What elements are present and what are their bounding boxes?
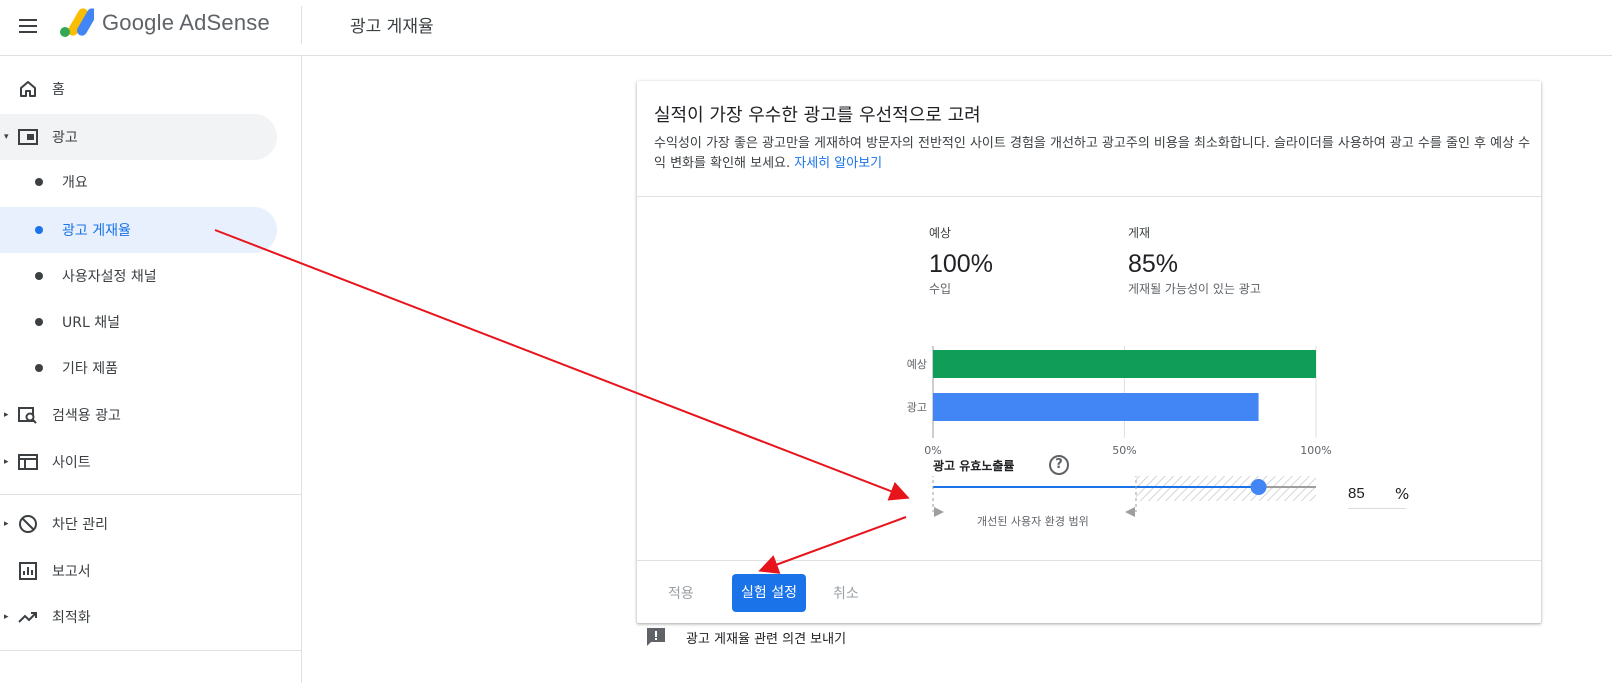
home-icon <box>20 81 36 97</box>
sidebar-item-custom-channels[interactable]: 사용자설정 채널 <box>0 253 277 299</box>
bullet-icon <box>35 226 43 234</box>
sidebar-item-label: 사용자설정 채널 <box>62 269 157 285</box>
bar-0 <box>933 350 1316 378</box>
brand-name: Google AdSense <box>102 10 270 35</box>
served-ads-stat: 게재 85% 게재될 가능성이 있는 광고 <box>1128 224 1261 297</box>
sidebar-item-blocking[interactable]: ▸ 차단 관리 <box>0 501 277 547</box>
sidebar-item-sites[interactable]: ▸ 사이트 <box>0 439 277 485</box>
description-text: 수익성이 가장 좋은 광고만을 게재하여 방문자의 전반적인 사이트 경험을 개… <box>654 136 1531 171</box>
bullet-icon <box>35 318 43 326</box>
experiment-button[interactable]: 실험 설정 <box>732 574 806 612</box>
category-label: 예상 <box>907 358 927 371</box>
stat-label: 예상 <box>929 226 952 240</box>
degraded-range-hatch <box>1135 476 1316 501</box>
sidebar-item-reports[interactable]: 보고서 <box>0 548 277 594</box>
sites-icon <box>18 454 38 470</box>
sidebar-item-label: 보고서 <box>52 564 91 580</box>
range-start-arrow-icon <box>934 507 944 517</box>
estimated-earnings-stat: 예상 100% 수입 <box>929 224 993 297</box>
card-divider <box>637 196 1541 197</box>
x-tick-label: 100% <box>1300 444 1331 456</box>
menu-icon[interactable] <box>16 14 40 38</box>
caret-down-icon: ▾ <box>4 132 9 142</box>
card-description: 수익성이 가장 좋은 광고만을 게재하여 방문자의 전반적인 사이트 경험을 개… <box>654 134 1534 174</box>
topbar-divider <box>301 6 302 44</box>
cancel-button[interactable]: 취소 <box>833 576 859 612</box>
sidebar-item-overview[interactable]: 개요 <box>0 159 277 205</box>
x-tick-label: 0% <box>924 444 941 456</box>
sidebar-item-label: URL 채널 <box>62 315 120 331</box>
sidebar-item-other-products[interactable]: 기타 제품 <box>0 345 277 391</box>
stat-value: 85% <box>1128 250 1179 278</box>
stat-value: 100% <box>929 250 993 278</box>
bullet-icon <box>35 178 43 186</box>
caret-right-icon: ▸ <box>4 410 9 420</box>
range-end-arrow-icon <box>1124 507 1135 517</box>
trending-up-icon <box>18 612 37 623</box>
ads-icon <box>18 129 38 145</box>
stat-sub: 수입 <box>929 282 952 296</box>
caret-right-icon: ▸ <box>4 457 9 467</box>
sidebar-item-url-channels[interactable]: URL 채널 <box>0 299 277 345</box>
slider-thumb[interactable] <box>1250 479 1267 495</box>
send-feedback-link[interactable]: 광고 게재율 관련 의견 보내기 <box>645 625 846 649</box>
caret-right-icon: ▸ <box>4 612 9 622</box>
apply-button[interactable]: 적용 <box>668 576 694 612</box>
sidebar-divider <box>0 650 301 651</box>
sidebar-divider <box>0 494 301 495</box>
learn-more-link[interactable]: 자세히 알아보기 <box>794 156 882 171</box>
percent-unit: % <box>1395 485 1410 503</box>
sidebar-item-label: 차단 관리 <box>52 517 108 533</box>
serving-bar-chart: 0% 50% 100% 예상광고 <box>907 346 1332 456</box>
sidebar-item-label: 최적화 <box>52 610 91 626</box>
block-icon <box>19 515 37 533</box>
sidebar-item-optimization[interactable]: ▸ 최적화 <box>0 594 277 640</box>
stat-label: 게재 <box>1128 226 1151 240</box>
sidebar-item-ad-serving[interactable]: 광고 게재율 <box>0 207 277 253</box>
stat-sub: 게재될 가능성이 있는 광고 <box>1128 282 1261 296</box>
sidebar-item-label: 기타 제품 <box>62 361 118 377</box>
card-actions: 적용 실험 설정 취소 <box>637 561 1541 623</box>
bar-1 <box>933 393 1259 421</box>
feedback-label: 광고 게재율 관련 의견 보내기 <box>686 631 847 647</box>
card-title: 실적이 가장 우수한 광고를 우선적으로 고려 <box>654 105 981 126</box>
ad-serving-card: 실적이 가장 우수한 광고를 우선적으로 고려 수익성이 가장 좋은 광고만을 … <box>637 81 1541 623</box>
sidebar-item-label: 검색용 광고 <box>52 408 121 424</box>
help-icon[interactable]: ? <box>1049 455 1069 475</box>
page-title: 광고 게재율 <box>350 17 434 37</box>
sidebar-item-label: 광고 <box>52 130 78 146</box>
slider-title: 광고 유효노출률 <box>933 459 1015 473</box>
sidebar-item-label: 개요 <box>62 175 88 191</box>
feedback-icon <box>647 628 665 646</box>
bullet-icon <box>35 364 43 372</box>
sidebar-item-ads[interactable]: ▾ 광고 <box>0 114 277 160</box>
x-tick-label: 50% <box>1112 444 1136 456</box>
caret-right-icon: ▸ <box>4 519 9 529</box>
sidebar-item-label: 사이트 <box>52 455 91 471</box>
bullet-icon <box>35 272 43 280</box>
sidebar-item-search-ads[interactable]: ▸ 검색용 광고 <box>0 392 277 438</box>
top-app-bar: Google AdSense 광고 게재율 <box>0 0 1612 56</box>
category-label: 광고 <box>907 401 927 414</box>
sidebar-item-label: 광고 게재율 <box>62 223 131 239</box>
reports-icon <box>19 562 37 580</box>
sidebar: 홈 ▾ 광고 개요 광고 게재율 사용자설정 채널 URL 채널 기타 제품 ▸… <box>0 56 302 683</box>
search-ads-icon <box>18 407 37 424</box>
adsense-logo-icon <box>60 8 94 37</box>
sidebar-item-home[interactable]: 홈 <box>0 66 277 112</box>
improved-range-label: 개선된 사용자 환경 범위 <box>977 515 1089 528</box>
sidebar-item-label: 홈 <box>52 82 65 98</box>
